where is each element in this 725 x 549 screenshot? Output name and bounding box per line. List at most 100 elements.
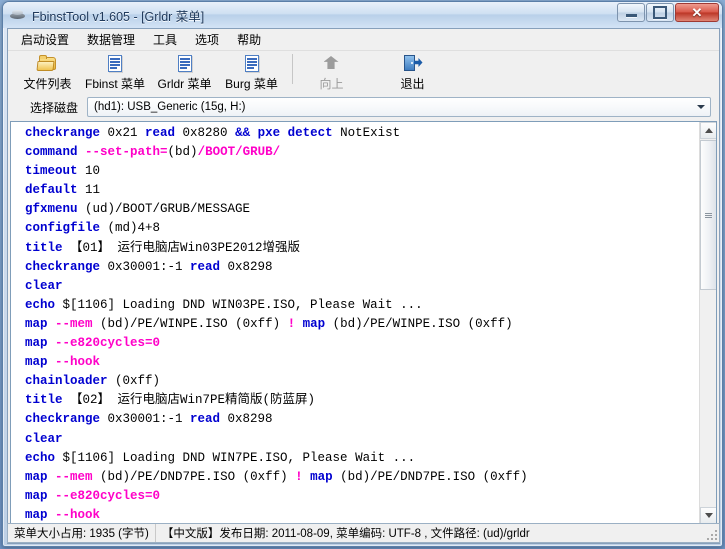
code-token: --e820cycles=0	[55, 336, 161, 351]
code-token: --set-path=	[85, 145, 168, 160]
menu-editor: checkrange 0x21 read 0x8280 && pxe detec…	[10, 121, 717, 542]
code-token: (bd)/PE/DND7PE.ISO (0xff)	[332, 469, 528, 484]
code-line: timeout 10	[25, 162, 699, 181]
code-token: 0x30001:-1	[100, 259, 191, 274]
code-line: checkrange 0x21 read 0x8280 && pxe detec…	[25, 124, 699, 143]
code-token: NotExist	[332, 126, 401, 140]
code-token: 0x8298	[220, 412, 273, 427]
code-line: echo $[1106] Loading DND WIN03PE.ISO, Pl…	[25, 296, 699, 315]
close-button[interactable]: ✕	[675, 3, 719, 22]
toolbar-label-fbinst-menu: Fbinst 菜单	[84, 77, 145, 91]
toolbar-button-burg-menu[interactable]: Burg 菜单	[218, 51, 285, 93]
disk-select-value: (hd1): USB_Generic (15g, H:)	[94, 101, 246, 113]
code-token: --e820cycles=0	[55, 488, 161, 503]
menu-item-options[interactable]: 选项	[186, 29, 228, 51]
menu-bar: 启动设置 数据管理 工具 选项 帮助	[8, 29, 719, 51]
code-token: read	[190, 412, 221, 427]
code-line: command --set-path=(bd)/BOOT/GRUB/	[25, 143, 699, 162]
code-token: --hook	[55, 507, 101, 522]
toolbar-button-fbinst-menu[interactable]: Fbinst 菜单	[79, 51, 151, 93]
grip-icon	[705, 212, 712, 219]
code-line: default 11	[25, 181, 699, 200]
scroll-down-button[interactable]	[700, 507, 716, 524]
menu-item-boot-settings[interactable]: 启动设置	[12, 29, 78, 51]
document-list-icon	[104, 53, 126, 74]
disk-select-row: 选择磁盘 (hd1): USB_Generic (15g, H:)	[8, 94, 719, 120]
code-line: title 【02】 运行电脑店Win7PE精简版(防蓝屏)	[25, 391, 699, 410]
code-token: !	[287, 316, 296, 331]
code-token: map	[302, 316, 326, 331]
code-token: chainloader	[25, 374, 108, 389]
code-token: detect	[287, 126, 333, 140]
code-token: map	[25, 488, 48, 503]
code-token: title	[25, 393, 63, 408]
code-token: checkrange	[25, 259, 101, 274]
toolbar-label-up: 向上	[319, 77, 344, 91]
vertical-scroll-thumb[interactable]	[700, 140, 716, 290]
code-token: 【01】 运行电脑店Win03PE2012增强版	[62, 240, 301, 255]
disk-select-label: 选择磁盘	[30, 100, 79, 115]
disk-select-combobox[interactable]: (hd1): USB_Generic (15g, H:)	[87, 97, 711, 117]
vertical-scrollbar[interactable]	[699, 122, 716, 524]
code-token: --mem	[55, 469, 93, 484]
disc-icon	[9, 6, 27, 24]
code-line: echo $[1106] Loading DND WIN7PE.ISO, Ple…	[25, 449, 699, 468]
code-token: (bd)/PE/WINPE.ISO (0xff)	[92, 316, 288, 331]
code-line: clear	[25, 430, 699, 449]
code-token: clear	[25, 278, 63, 293]
toolbar-label-grldr-menu: Grldr 菜单	[157, 77, 212, 91]
close-icon: ✕	[691, 5, 703, 20]
toolbar-button-grldr-menu[interactable]: Grldr 菜单	[151, 51, 218, 93]
triangle-up-icon	[704, 128, 713, 133]
app-root: FbinstTool v1.605 - [Grldr 菜单] ✕ 启动设置 数据…	[0, 0, 725, 549]
code-token: (ud)/BOOT/GRUB/MESSAGE	[77, 202, 251, 217]
triangle-down-icon	[704, 513, 713, 518]
minimize-icon	[625, 14, 637, 17]
code-line: chainloader (0xff)	[25, 372, 699, 391]
menu-item-help[interactable]: 帮助	[228, 29, 270, 51]
code-token: map	[25, 336, 48, 351]
toolbar-button-file-list[interactable]: 文件列表	[16, 51, 79, 93]
document-list-icon	[241, 53, 263, 74]
code-token: map	[25, 316, 48, 331]
code-token: 11	[77, 183, 101, 198]
code-token: 0x30001:-1	[100, 412, 191, 427]
menu-editor-text[interactable]: checkrange 0x21 read 0x8280 && pxe detec…	[11, 122, 699, 524]
scroll-up-button[interactable]	[700, 122, 716, 139]
code-token: title	[25, 240, 63, 255]
code-token: /BOOT/GRUB/	[197, 145, 281, 160]
code-token: (bd)/PE/WINPE.ISO (0xff)	[325, 316, 513, 331]
code-token: command	[25, 145, 78, 160]
code-token: --mem	[55, 316, 93, 331]
code-token: 【02】 运行电脑店Win7PE精简版(防蓝屏)	[62, 393, 316, 408]
code-line: title 【01】 运行电脑店Win03PE2012增强版	[25, 239, 699, 258]
toolbar-button-exit[interactable]: 退出	[381, 51, 444, 93]
code-token: read	[190, 259, 221, 274]
code-token: timeout	[25, 164, 78, 179]
title-bar: FbinstTool v1.605 - [Grldr 菜单] ✕	[3, 2, 722, 28]
code-line: checkrange 0x30001:-1 read 0x8298	[25, 410, 699, 429]
code-token: 0x8280	[175, 126, 236, 140]
chevron-down-icon[interactable]	[697, 98, 705, 116]
code-token: (0xff)	[107, 374, 161, 389]
resize-grip-icon[interactable]	[705, 528, 717, 540]
up-arrow-icon	[321, 53, 343, 74]
code-token: echo	[25, 450, 56, 465]
menu-item-data-management[interactable]: 数据管理	[78, 29, 144, 51]
toolbar-button-up[interactable]: 向上	[300, 51, 363, 93]
code-token: (bd)/PE/DND7PE.ISO (0xff)	[92, 469, 296, 484]
code-token: pxe	[257, 126, 281, 140]
code-token: !	[295, 469, 303, 484]
code-token: map	[310, 469, 333, 484]
code-line: map --hook	[25, 506, 699, 524]
code-token: echo	[25, 297, 56, 312]
minimize-button[interactable]	[617, 3, 645, 22]
toolbar: 文件列表 Fbinst 菜单 Grldr 菜单 Burg 菜单 向上 退出	[8, 51, 719, 94]
menu-item-tools[interactable]: 工具	[144, 29, 186, 51]
maximize-button[interactable]	[646, 3, 674, 22]
